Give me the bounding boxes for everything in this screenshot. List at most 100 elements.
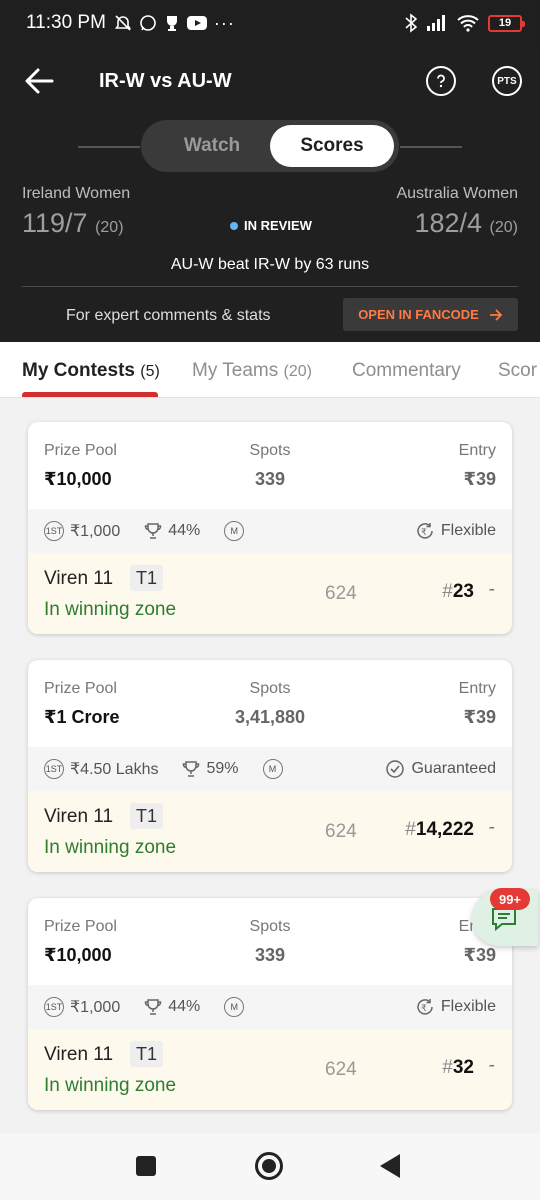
tab-my-teams[interactable]: My Teams (20) — [192, 360, 312, 382]
match-status: IN REVIEW — [230, 218, 312, 233]
watch-toggle-option[interactable]: Watch — [150, 125, 274, 167]
back-nav-icon[interactable] — [380, 1154, 400, 1178]
contest-meta-row: 1ST ₹1,000 44% M ₹ Flexible — [28, 985, 512, 1029]
whatsapp-icon — [140, 15, 156, 31]
home-nav-icon[interactable] — [255, 1152, 283, 1180]
trophy-icon — [144, 999, 162, 1015]
open-fancode-label: OPEN IN FANCODE — [358, 307, 479, 322]
battery-level: 19 — [498, 17, 512, 29]
entry-fee: ₹39 — [463, 945, 496, 965]
joined-team-row[interactable]: Viren 11 T1 In winning zone 624 #23 - — [28, 553, 512, 634]
battery-icon: 19 — [488, 14, 525, 32]
wifi-icon — [457, 15, 479, 32]
pts-label: PTS — [497, 75, 517, 87]
spots-value: 339 — [254, 469, 286, 489]
contest-meta-row: 1ST ₹4.50 Lakhs 59% M Guaranteed — [28, 747, 512, 791]
winning-zone-text: In winning zone — [44, 599, 177, 620]
trophy-icon — [144, 523, 162, 539]
svg-text:₹: ₹ — [421, 1004, 427, 1014]
joined-team-row[interactable]: Viren 11 T1 In winning zone 624 #32 - — [28, 1029, 512, 1110]
winning-percentage: 44% — [168, 522, 201, 539]
match-header: IR-W vs AU-W PTS Watch Scores Ireland Wo… — [0, 46, 540, 342]
contest-card[interactable]: Prize Pool Spots Entry ₹1 Crore 3,41,880… — [28, 660, 512, 872]
rank-change: - — [488, 817, 495, 838]
contest-meta-row: 1ST ₹1,000 44% M ₹ Flexible — [28, 509, 512, 553]
tab-my-teams-count: (20) — [283, 363, 312, 380]
back-arrow-icon[interactable] — [22, 66, 56, 96]
guaranteed-check-icon — [386, 760, 405, 778]
spots-value: 339 — [254, 945, 286, 965]
team-points: 624 — [325, 821, 357, 842]
team-left-score: 119/7 (20) — [22, 208, 124, 239]
rank-prefix: # — [442, 581, 453, 602]
toggle-divider-right — [400, 146, 462, 148]
spots-label: Spots — [249, 680, 291, 697]
rank-value: 14,222 — [415, 819, 474, 840]
match-status-text: IN REVIEW — [244, 218, 312, 233]
contest-card[interactable]: Prize Pool Spots Entry ₹10,000 339 ₹39 1… — [28, 422, 512, 634]
tab-scorecard[interactable]: Scor — [498, 360, 537, 382]
tab-my-teams-label: My Teams — [192, 360, 279, 381]
tab-my-contests[interactable]: My Contests (5) — [22, 360, 160, 382]
team-name: Viren 11 — [44, 1044, 114, 1065]
team-tag: T1 — [130, 1041, 163, 1067]
page-title: IR-W vs AU-W — [99, 70, 232, 92]
recents-nav-icon[interactable] — [136, 1156, 156, 1176]
question-icon — [437, 74, 445, 88]
team-rank: #23 — [442, 581, 474, 603]
status-time: 11:30 PM — [26, 12, 106, 33]
team-left-name: Ireland Women — [22, 185, 131, 202]
spots-value: 3,41,880 — [234, 707, 306, 727]
team-right-score: 182/4 (20) — [414, 208, 518, 239]
svg-text:₹: ₹ — [421, 528, 427, 538]
multi-entry-icon: M — [262, 759, 283, 779]
status-bar: 11:30 PM ··· 19 — [0, 0, 540, 46]
scores-toggle-option[interactable]: Scores — [270, 125, 394, 167]
help-chat-icon[interactable] — [426, 66, 456, 96]
team-right-overs: (20) — [489, 219, 518, 236]
contest-card[interactable]: Prize Pool Spots Entry ₹10,000 339 ₹39 1… — [28, 898, 512, 1110]
flexible-icon: ₹ — [417, 999, 433, 1015]
team-points: 624 — [325, 583, 357, 604]
youtube-icon — [186, 16, 207, 30]
flexible-icon: ₹ — [417, 523, 433, 539]
winning-percentage: 44% — [168, 998, 201, 1015]
entry-label: Entry — [458, 680, 496, 697]
arrow-right-icon — [489, 308, 503, 321]
watch-scores-toggle: Watch Scores — [141, 120, 399, 172]
tab-my-contests-count: (5) — [140, 363, 160, 380]
team-right-name: Australia Women — [396, 185, 518, 202]
joined-team-row[interactable]: Viren 11 T1 In winning zone 624 #14,222 … — [28, 791, 512, 872]
entry-fee: ₹39 — [463, 469, 496, 489]
winning-zone-text: In winning zone — [44, 837, 177, 858]
status-dot-icon — [230, 221, 238, 230]
entry-label: Entry — [458, 442, 496, 459]
entry-fee: ₹39 — [463, 707, 496, 727]
team-tag: T1 — [130, 565, 163, 591]
trophy-icon — [183, 761, 200, 777]
multi-entry-icon: M — [224, 521, 245, 541]
open-fancode-button[interactable]: OPEN IN FANCODE — [343, 298, 518, 331]
rank-prefix: # — [442, 1057, 453, 1078]
team-rank: #14,222 — [405, 819, 474, 841]
points-system-icon[interactable]: PTS — [492, 66, 522, 96]
mute-icon — [114, 15, 132, 31]
rank-change: - — [488, 1055, 495, 1076]
toggle-divider-left — [78, 146, 140, 148]
tab-commentary[interactable]: Commentary — [352, 360, 461, 382]
team-rank: #32 — [442, 1057, 474, 1079]
contest-type: Flexible — [440, 998, 496, 1015]
notification-icons: ··· — [114, 13, 235, 34]
first-prize-icon: 1ST — [44, 521, 64, 541]
rank-change: - — [488, 579, 495, 600]
first-prize-value: ₹1,000 — [70, 999, 121, 1016]
team-left-runs: 119/7 — [22, 208, 88, 238]
first-prize-icon: 1ST — [44, 759, 64, 779]
tab-commentary-label: Commentary — [352, 360, 461, 381]
header-divider — [22, 286, 518, 287]
first-prize-value: ₹1,000 — [70, 523, 121, 540]
team-right-runs: 182/4 — [414, 208, 483, 238]
bluetooth-icon — [405, 13, 417, 33]
winning-percentage: 59% — [206, 760, 239, 777]
winning-zone-text: In winning zone — [44, 1075, 177, 1096]
